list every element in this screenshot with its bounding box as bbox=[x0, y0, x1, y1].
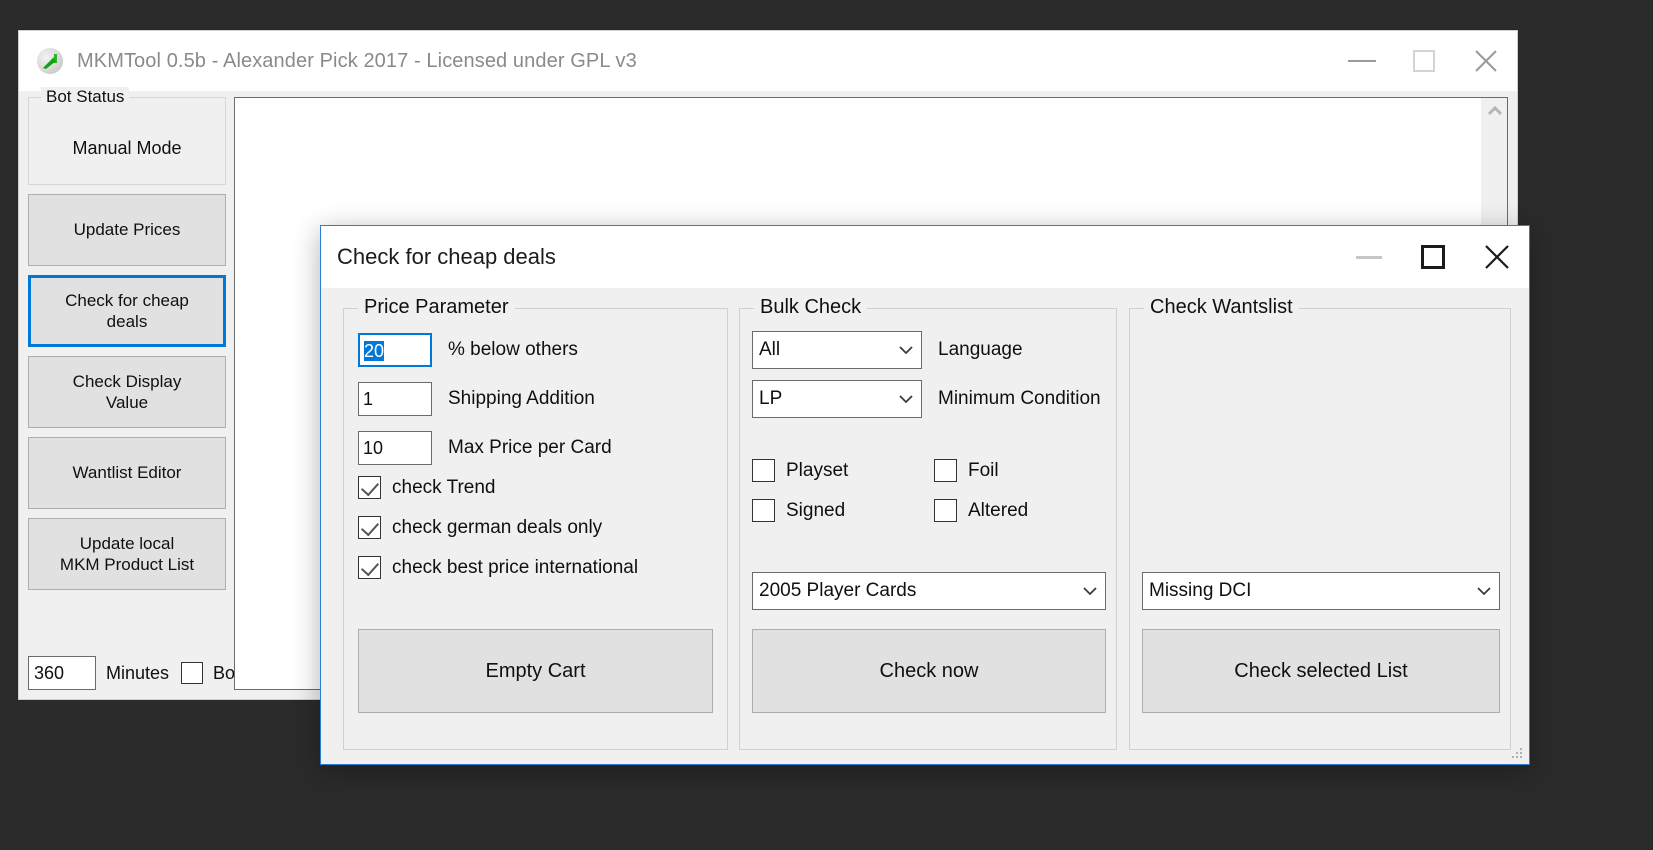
percent-below-others-input[interactable]: 20 bbox=[358, 333, 432, 367]
empty-cart-button[interactable]: Empty Cart bbox=[358, 629, 713, 713]
percent-below-others-label: % below others bbox=[448, 339, 578, 360]
bulk-check-group-title: Bulk Check bbox=[754, 296, 868, 319]
dialog-titlebar[interactable]: Check for cheap deals bbox=[321, 226, 1529, 288]
language-value: All bbox=[759, 339, 781, 360]
minutes-label: Minutes bbox=[106, 662, 170, 683]
dialog-title: Check for cheap deals bbox=[337, 244, 556, 269]
language-select[interactable]: All bbox=[752, 331, 922, 369]
dialog-maximize-button[interactable] bbox=[1401, 226, 1465, 288]
check-wantslist-group-title: Check Wantslist bbox=[1144, 296, 1299, 319]
sidebar: Bot Status Manual Mode Update Prices Che… bbox=[28, 87, 226, 599]
mkmtool-app-icon bbox=[37, 48, 63, 74]
percent-below-others-value: 20 bbox=[364, 341, 385, 361]
language-label: Language bbox=[938, 339, 1023, 360]
maximize-icon bbox=[1421, 245, 1445, 269]
playset-label: Playset bbox=[786, 459, 849, 481]
log-scroll-up-button[interactable] bbox=[1482, 98, 1507, 124]
max-price-per-card-input[interactable]: 10 bbox=[358, 431, 432, 465]
check-for-cheap-deals-button[interactable]: Check for cheap deals bbox=[28, 275, 226, 347]
foil-checkbox[interactable] bbox=[934, 459, 957, 482]
signed-checkbox[interactable] bbox=[752, 499, 775, 522]
wantlist-editor-button[interactable]: Wantlist Editor bbox=[28, 437, 226, 509]
chevron-down-icon bbox=[891, 394, 921, 404]
expansion-value: 2005 Player Cards bbox=[759, 580, 917, 601]
check-trend-checkbox[interactable] bbox=[358, 476, 381, 499]
main-maximize-button[interactable] bbox=[1393, 31, 1455, 91]
main-window-title: MKMTool 0.5b - Alexander Pick 2017 - Lic… bbox=[77, 49, 637, 72]
chevron-down-icon bbox=[891, 345, 921, 355]
close-icon bbox=[1475, 50, 1497, 72]
check-trend-label: check Trend bbox=[392, 476, 496, 498]
chevron-down-icon bbox=[1075, 586, 1105, 596]
check-german-deals-only-checkbox[interactable] bbox=[358, 516, 381, 539]
altered-checkbox[interactable] bbox=[934, 499, 957, 522]
desktop-background: MKMTool 0.5b - Alexander Pick 2017 - Lic… bbox=[0, 0, 1653, 850]
check-best-price-international-label: check best price international bbox=[392, 556, 639, 578]
shipping-addition-value: 1 bbox=[363, 389, 374, 409]
minimum-condition-value: LP bbox=[759, 388, 783, 409]
dialog-body: Price Parameter 20 % below others 1 Ship… bbox=[321, 288, 1529, 764]
altered-row[interactable]: Altered bbox=[934, 499, 1028, 522]
check-best-price-international-row[interactable]: check best price international bbox=[358, 556, 638, 579]
main-window-titlebar[interactable]: MKMTool 0.5b - Alexander Pick 2017 - Lic… bbox=[19, 31, 1517, 91]
foil-label: Foil bbox=[968, 459, 999, 481]
playset-checkbox[interactable] bbox=[752, 459, 775, 482]
price-parameter-group-title: Price Parameter bbox=[358, 296, 515, 319]
shipping-addition-label: Shipping Addition bbox=[448, 388, 595, 409]
green-arrow-icon bbox=[43, 54, 57, 69]
check-german-deals-only-row[interactable]: check german deals only bbox=[358, 516, 602, 539]
shipping-addition-input[interactable]: 1 bbox=[358, 382, 432, 416]
check-trend-row[interactable]: check Trend bbox=[358, 476, 496, 499]
wantlist-select[interactable]: Missing DCI bbox=[1142, 572, 1500, 610]
expansion-select[interactable]: 2005 Player Cards bbox=[752, 572, 1106, 610]
bot-status-group: Bot Status Manual Mode bbox=[28, 87, 226, 185]
max-price-per-card-label: Max Price per Card bbox=[448, 437, 612, 458]
minimum-condition-label: Minimum Condition bbox=[938, 388, 1101, 409]
playset-row[interactable]: Playset bbox=[752, 459, 848, 482]
main-window-controls bbox=[1331, 31, 1517, 91]
foil-row[interactable]: Foil bbox=[934, 459, 999, 482]
signed-label: Signed bbox=[786, 499, 846, 521]
check-german-deals-only-label: check german deals only bbox=[392, 516, 603, 538]
main-minimize-button[interactable] bbox=[1331, 31, 1393, 91]
minutes-input[interactable] bbox=[28, 656, 96, 690]
check-for-cheap-deals-dialog: Check for cheap deals Price Parameter 20… bbox=[320, 225, 1530, 765]
altered-label: Altered bbox=[968, 499, 1029, 521]
maximize-icon bbox=[1413, 50, 1435, 72]
check-best-price-international-checkbox[interactable] bbox=[358, 556, 381, 579]
chevron-down-icon bbox=[1469, 586, 1499, 596]
bot-mode-checkbox[interactable] bbox=[181, 662, 204, 684]
update-local-mkm-product-list-button[interactable]: Update local MKM Product List bbox=[28, 518, 226, 590]
chevron-up-icon bbox=[1487, 105, 1502, 116]
max-price-per-card-value: 10 bbox=[363, 438, 384, 458]
bot-status-value: Manual Mode bbox=[72, 138, 182, 158]
bulk-check-group: Bulk Check All Language LP Minimum Condi… bbox=[739, 296, 1117, 750]
check-selected-list-button[interactable]: Check selected List bbox=[1142, 629, 1500, 713]
main-close-button[interactable] bbox=[1455, 31, 1517, 91]
dialog-window-controls bbox=[1337, 226, 1529, 288]
bot-status-group-title: Bot Status bbox=[41, 87, 130, 107]
check-wantslist-group: Check Wantslist Missing DCI Check select… bbox=[1129, 296, 1511, 750]
check-display-value-button[interactable]: Check Display Value bbox=[28, 356, 226, 428]
dialog-minimize-button[interactable] bbox=[1337, 226, 1401, 288]
signed-row[interactable]: Signed bbox=[752, 499, 845, 522]
dialog-close-button[interactable] bbox=[1465, 226, 1529, 288]
wantlist-value: Missing DCI bbox=[1149, 580, 1252, 601]
minimum-condition-select[interactable]: LP bbox=[752, 380, 922, 418]
resize-grip-icon[interactable] bbox=[1508, 744, 1524, 760]
check-now-button[interactable]: Check now bbox=[752, 629, 1106, 713]
minimize-icon bbox=[1348, 60, 1376, 62]
minimize-icon bbox=[1356, 255, 1382, 259]
update-prices-button[interactable]: Update Prices bbox=[28, 194, 226, 266]
price-parameter-group: Price Parameter 20 % below others 1 Ship… bbox=[343, 296, 728, 750]
close-icon bbox=[1485, 245, 1509, 269]
